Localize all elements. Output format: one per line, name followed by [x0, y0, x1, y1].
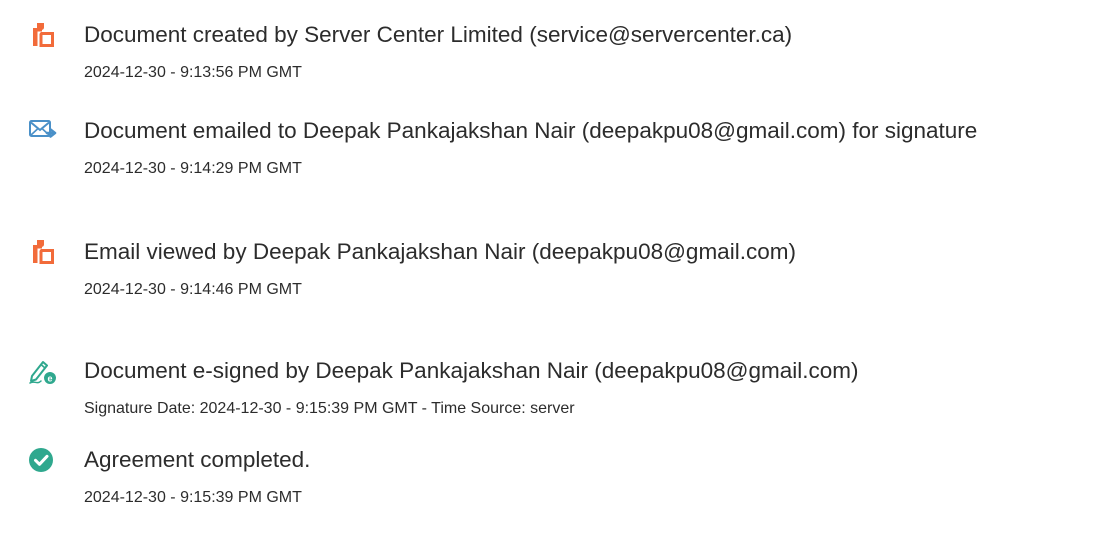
event-title: Document emailed to Deepak Pankajakshan …: [84, 118, 978, 143]
event-title: Document e-signed by Deepak Pankajakshan…: [84, 358, 859, 383]
event-timestamp: 2024-12-30 - 9:13:56 PM GMT: [84, 64, 302, 81]
event-timestamp: 2024-12-30 - 9:14:46 PM GMT: [84, 281, 302, 298]
audit-event-document-emailed: Document emailed to Deepak Pankajakshan …: [28, 116, 1108, 186]
audit-event-document-created: Document created by Server Center Limite…: [28, 20, 1108, 90]
event-timestamp: 2024-12-30 - 9:15:39 PM GMT: [84, 489, 302, 506]
svg-text:e: e: [47, 373, 52, 383]
event-title: Email viewed by Deepak Pankajakshan Nair…: [84, 239, 796, 264]
document-created-icon: [28, 20, 58, 50]
email-sent-icon: [28, 116, 58, 146]
event-title: Document created by Server Center Limite…: [84, 22, 793, 47]
event-timestamp: 2024-12-30 - 9:14:29 PM GMT: [84, 160, 302, 177]
e-signed-pen-icon: e: [28, 356, 58, 386]
event-title: Agreement completed.: [84, 447, 311, 472]
audit-event-document-e-signed: e Document e-signed by Deepak Pankajaksh…: [28, 356, 1108, 426]
audit-event-email-viewed: Email viewed by Deepak Pankajakshan Nair…: [28, 237, 1108, 307]
event-signature-date: Signature Date: 2024-12-30 - 9:15:39 PM …: [84, 400, 575, 417]
agreement-completed-check-icon: [28, 445, 58, 475]
email-viewed-icon: [28, 237, 58, 267]
audit-event-agreement-completed: Agreement completed. 2024-12-30 - 9:15:3…: [28, 445, 1108, 515]
